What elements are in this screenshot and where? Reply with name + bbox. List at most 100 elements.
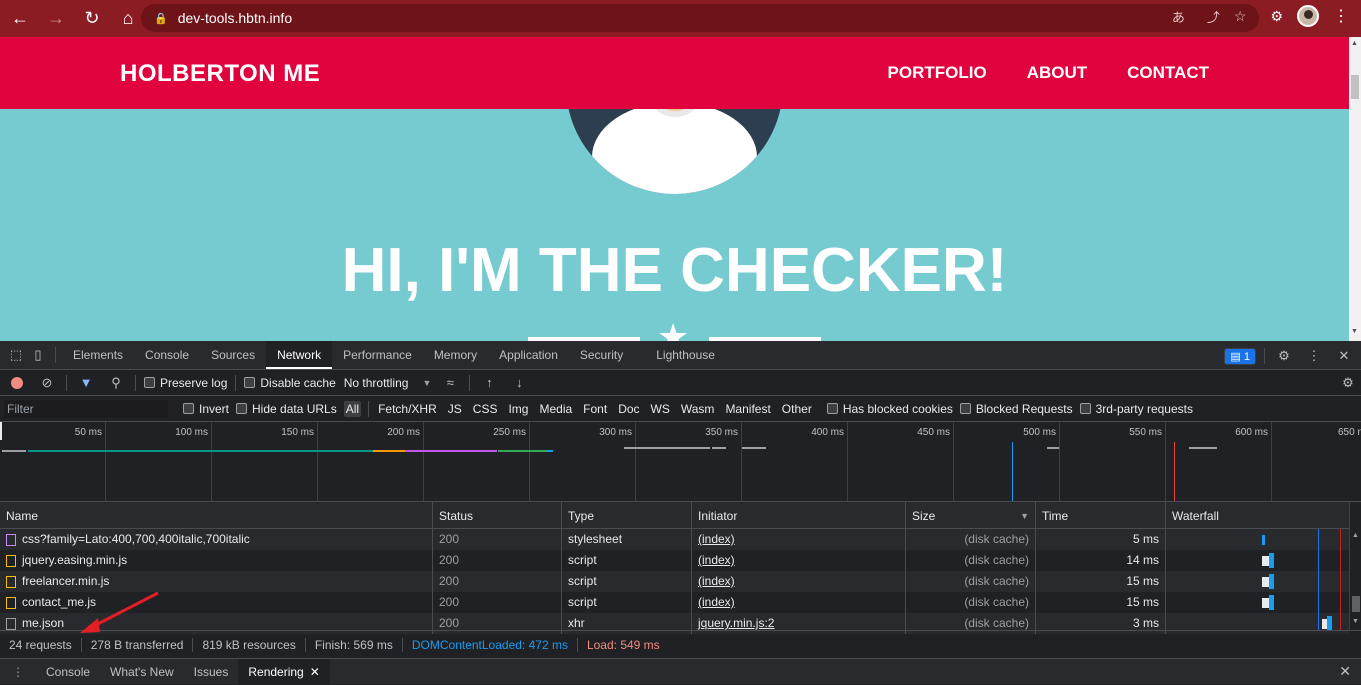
filter-type-img[interactable]: Img: [506, 401, 530, 417]
record-icon[interactable]: [6, 372, 28, 394]
menu-portfolio[interactable]: PORTFOLIO: [888, 63, 987, 83]
filter-type-ws[interactable]: WS: [649, 401, 672, 417]
tab-console[interactable]: Console: [134, 341, 200, 369]
cell-initiator[interactable]: (index): [692, 529, 906, 550]
more-options-icon[interactable]: ⋮: [1303, 345, 1325, 367]
tab-sources[interactable]: Sources: [200, 341, 266, 369]
export-har-icon[interactable]: ↓: [508, 372, 530, 394]
settings-gear-icon[interactable]: ⚙: [1273, 345, 1295, 367]
chrome-menu-icon[interactable]: ⋮: [1333, 6, 1349, 26]
column-header-status[interactable]: Status: [433, 502, 562, 529]
filter-type-css[interactable]: CSS: [471, 401, 500, 417]
table-row[interactable]: freelancer.min.js 200 script (index) (disk c…: [0, 571, 1349, 592]
menu-about[interactable]: ABOUT: [1027, 63, 1087, 83]
filter-type-manifest[interactable]: Manifest: [723, 401, 772, 417]
drawer-menu-icon[interactable]: ⋮: [0, 665, 36, 679]
third-party-requests-checkbox[interactable]: 3rd-party requests: [1079, 402, 1193, 416]
page-scrollbar[interactable]: ▲ ▼: [1349, 37, 1361, 341]
checkbox-box[interactable]: [244, 377, 256, 388]
tab-network[interactable]: Network: [266, 341, 333, 369]
column-header-type[interactable]: Type: [562, 502, 692, 529]
close-devtools-icon[interactable]: ✕: [1333, 345, 1355, 367]
disable-cache-checkbox[interactable]: Disable cache: [244, 376, 336, 390]
tab-memory[interactable]: Memory: [423, 341, 488, 369]
column-header-time[interactable]: Time: [1036, 502, 1166, 529]
menu-contact[interactable]: CONTACT: [1127, 63, 1209, 83]
checkbox-box[interactable]: [959, 403, 971, 414]
issues-badge[interactable]: ▤ 1: [1224, 347, 1256, 365]
column-header-name[interactable]: Name: [0, 502, 433, 529]
device-toolbar-icon[interactable]: ▯: [27, 344, 49, 366]
checkbox-box[interactable]: [826, 403, 838, 414]
clear-icon[interactable]: ⊘: [36, 372, 58, 394]
table-row[interactable]: jquery.easing.min.js 200 script (index) (dis…: [0, 550, 1349, 571]
close-drawer-icon[interactable]: ✕: [1339, 663, 1351, 680]
reload-icon[interactable]: ↻: [76, 3, 108, 35]
filter-type-doc[interactable]: Doc: [616, 401, 641, 417]
network-conditions-icon[interactable]: ≈: [439, 372, 461, 394]
scroll-down-icon[interactable]: ▼: [1352, 618, 1359, 625]
checkbox-box[interactable]: [144, 377, 155, 388]
filter-type-fetch-xhr[interactable]: Fetch/XHR: [376, 401, 439, 417]
filter-input[interactable]: Filter: [4, 399, 168, 418]
scroll-up-icon[interactable]: ▲: [1352, 532, 1359, 539]
filter-type-other[interactable]: Other: [780, 401, 814, 417]
page-scroll-thumb[interactable]: [1351, 75, 1359, 99]
drawer-tab-rendering[interactable]: Rendering ✕: [238, 658, 330, 685]
column-header-initiator[interactable]: Initiator: [692, 502, 906, 529]
home-icon[interactable]: ⌂: [112, 3, 144, 35]
extensions-icon[interactable]: ⚙: [1270, 8, 1283, 25]
close-tab-icon[interactable]: ✕: [310, 665, 320, 679]
scroll-up-icon[interactable]: ▲: [1351, 40, 1358, 47]
throttling-select[interactable]: No throttling ▼: [344, 376, 432, 390]
tab-elements[interactable]: Elements: [62, 341, 134, 369]
checkbox-box[interactable]: [236, 403, 248, 414]
table-row[interactable]: css?family=Lato:400,700,400italic,700ita…: [0, 529, 1349, 550]
column-header-size[interactable]: Size ▼: [906, 502, 1036, 529]
network-overview-timeline[interactable]: 50 ms 100 ms 150 ms 200 ms 250 ms 300 ms…: [0, 422, 1361, 502]
filter-funnel-icon[interactable]: ▼: [75, 372, 97, 394]
invert-checkbox[interactable]: Invert: [183, 402, 229, 416]
address-bar[interactable]: 🔒 dev-tools.hbtn.info: [141, 4, 1259, 32]
translate-icon[interactable]: あ: [1172, 7, 1185, 26]
search-icon[interactable]: ⚲: [105, 372, 127, 394]
table-row[interactable]: contact_me.js 200 script (index) (disk cache…: [0, 592, 1349, 613]
table-scrollbar[interactable]: ▲ ▼: [1349, 502, 1361, 630]
checkbox-box[interactable]: [1079, 403, 1091, 414]
checkbox-box[interactable]: [183, 403, 194, 414]
share-icon[interactable]: ⤴: [1207, 7, 1220, 26]
filter-type-wasm[interactable]: Wasm: [679, 401, 717, 417]
cell-initiator[interactable]: (index): [692, 550, 906, 571]
cell-initiator[interactable]: (index): [692, 571, 906, 592]
lock-icon[interactable]: 🔒: [154, 12, 168, 25]
tab-security[interactable]: Security: [569, 341, 645, 369]
drawer-tab-issues[interactable]: Issues: [184, 659, 239, 685]
hide-data-urls-checkbox[interactable]: Hide data URLs: [236, 402, 337, 416]
cell-initiator[interactable]: (index): [692, 592, 906, 613]
tab-lighthouse[interactable]: Lighthouse: [645, 341, 726, 369]
drawer-tab-whats-new[interactable]: What's New: [100, 659, 184, 685]
bookmark-star-icon[interactable]: ☆: [1234, 8, 1247, 25]
filter-type-js[interactable]: JS: [446, 401, 464, 417]
divider: [135, 374, 136, 391]
scroll-down-icon[interactable]: ▼: [1351, 328, 1358, 335]
drawer-tab-console[interactable]: Console: [36, 659, 100, 685]
tab-performance[interactable]: Performance: [332, 341, 423, 369]
column-header-waterfall[interactable]: Waterfall: [1166, 502, 1349, 529]
profile-avatar[interactable]: [1297, 5, 1319, 27]
tab-application[interactable]: Application: [488, 341, 569, 369]
has-blocked-cookies-checkbox[interactable]: Has blocked cookies: [826, 402, 953, 416]
import-har-icon[interactable]: ↑: [478, 372, 500, 394]
blocked-requests-checkbox[interactable]: Blocked Requests: [959, 402, 1073, 416]
cell-time-text: 15 ms: [1126, 595, 1159, 609]
filter-type-font[interactable]: Font: [581, 401, 609, 417]
network-settings-gear-icon[interactable]: ⚙: [1337, 372, 1359, 394]
filter-type-media[interactable]: Media: [537, 401, 574, 417]
inspect-element-icon[interactable]: ⬚: [5, 344, 27, 366]
forward-arrow-icon[interactable]: →: [40, 3, 72, 35]
preserve-log-checkbox[interactable]: Preserve log: [144, 376, 227, 390]
table-scroll-thumb[interactable]: [1352, 596, 1360, 612]
filter-type-all[interactable]: All: [343, 400, 362, 417]
site-brand[interactable]: HOLBERTON ME: [120, 60, 320, 88]
back-arrow-icon[interactable]: ←: [4, 3, 36, 35]
